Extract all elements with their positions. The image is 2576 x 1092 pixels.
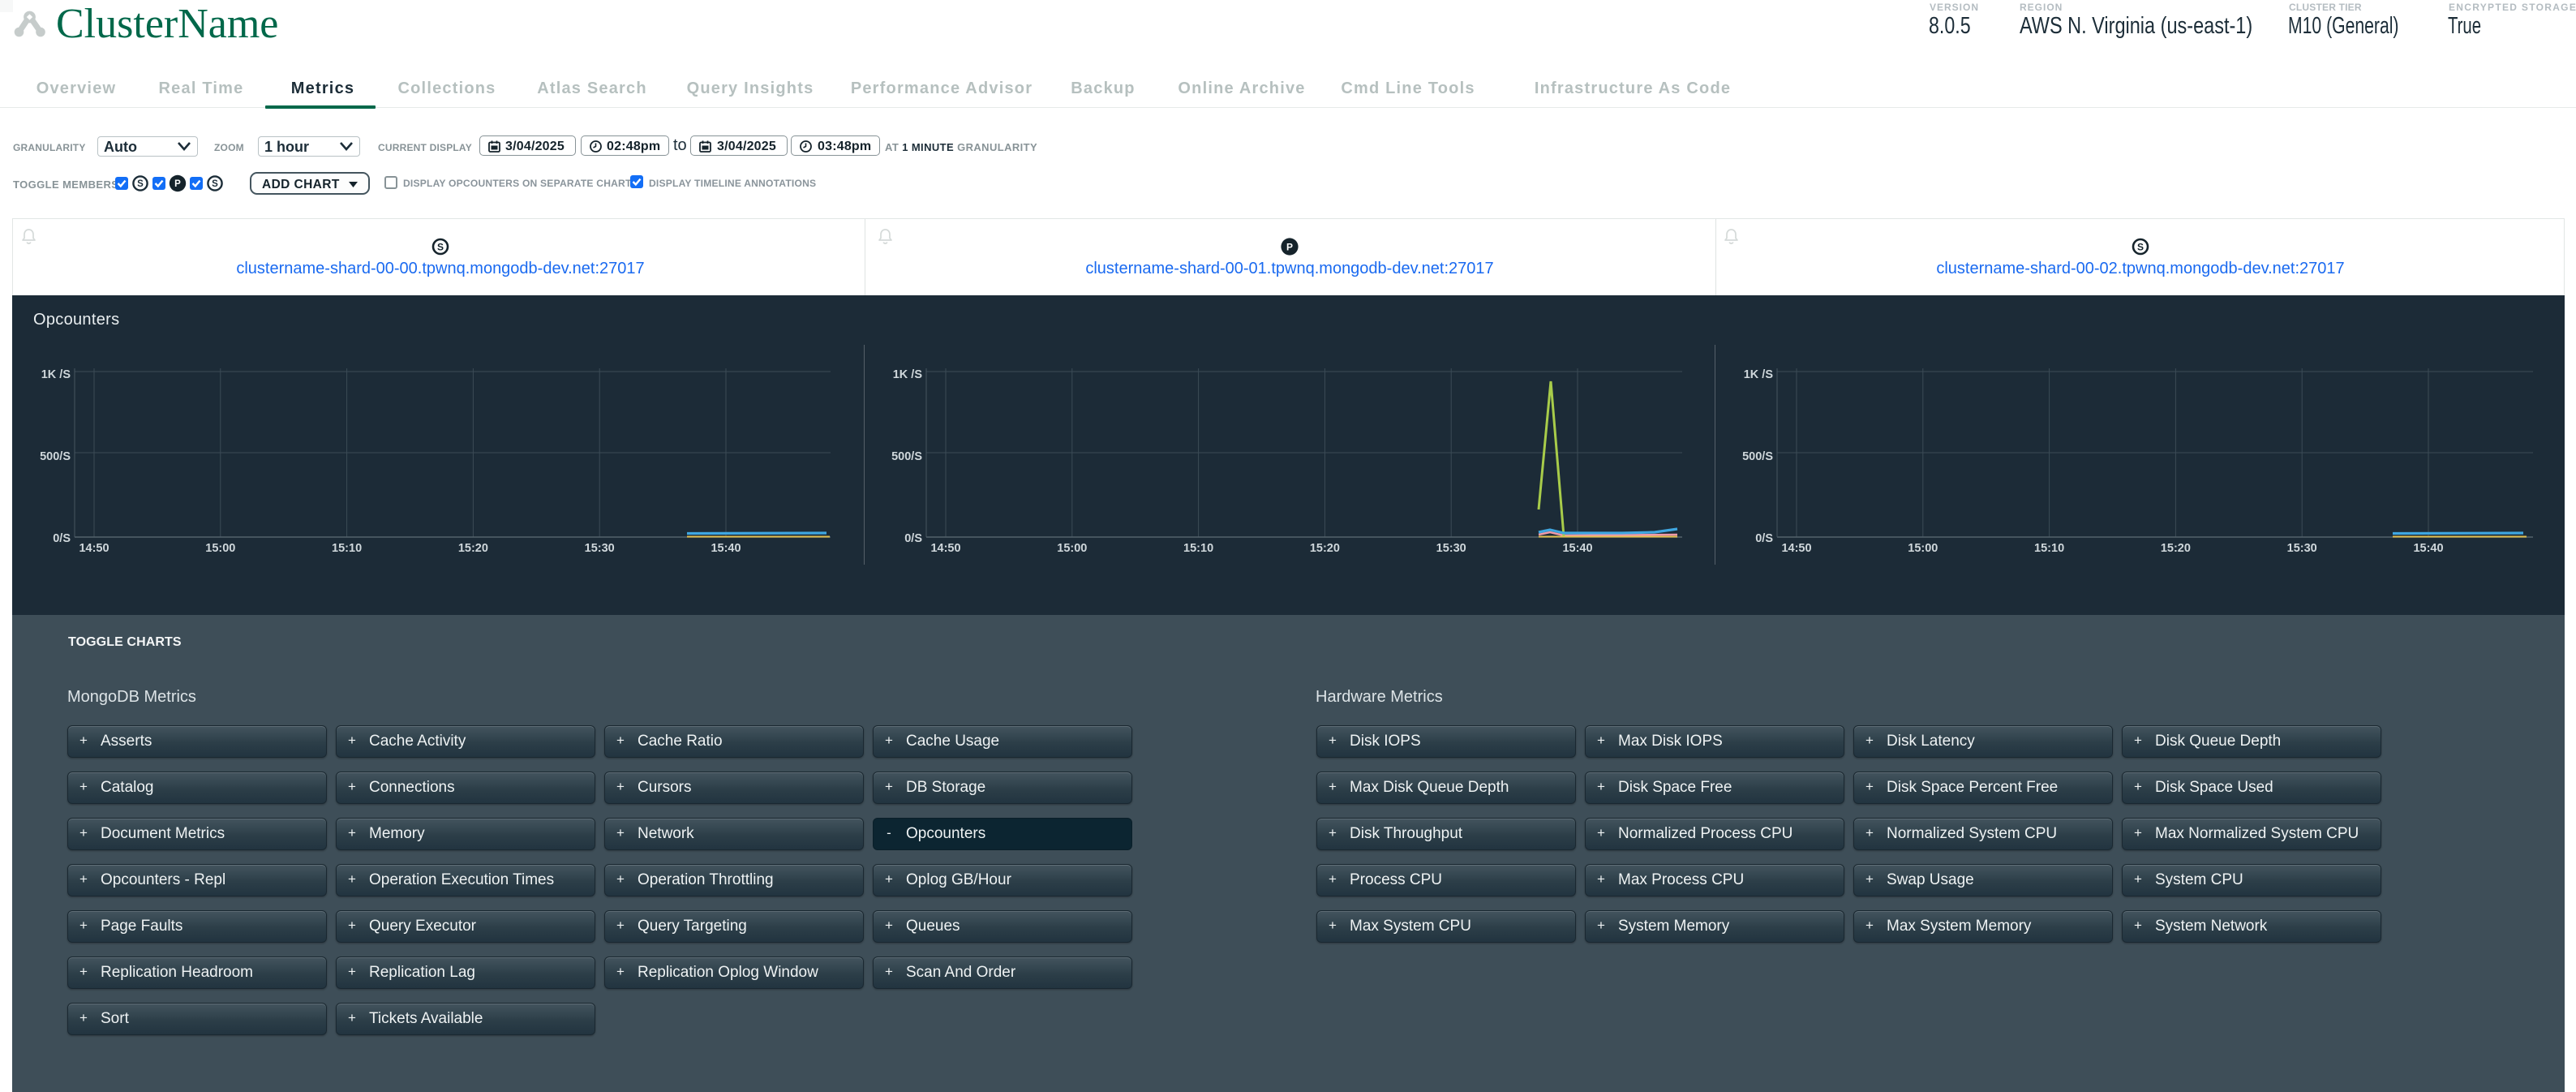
svg-text:S: S xyxy=(212,179,218,189)
svg-text:15:10: 15:10 xyxy=(332,542,362,555)
svg-text:0/S: 0/S xyxy=(53,532,71,545)
svg-text:14:50: 14:50 xyxy=(1781,542,1811,555)
svg-text:500/S: 500/S xyxy=(40,450,71,463)
svg-text:1K /S: 1K /S xyxy=(893,368,923,381)
svg-text:15:20: 15:20 xyxy=(2161,542,2191,555)
svg-text:15:10: 15:10 xyxy=(1183,542,1213,555)
svg-text:P: P xyxy=(174,179,181,189)
svg-text:15:00: 15:00 xyxy=(205,542,235,555)
svg-text:15:30: 15:30 xyxy=(1436,542,1466,555)
svg-text:1K /S: 1K /S xyxy=(1744,368,1774,381)
svg-text:0/S: 0/S xyxy=(1755,532,1773,545)
svg-text:15:10: 15:10 xyxy=(2034,542,2064,555)
svg-text:14:50: 14:50 xyxy=(930,542,960,555)
svg-text:500/S: 500/S xyxy=(1742,450,1773,463)
svg-text:15:40: 15:40 xyxy=(1562,542,1592,555)
svg-text:15:30: 15:30 xyxy=(2287,542,2317,555)
svg-text:0/S: 0/S xyxy=(904,532,922,545)
svg-text:500/S: 500/S xyxy=(891,450,922,463)
svg-text:15:40: 15:40 xyxy=(2413,542,2443,555)
svg-text:P: P xyxy=(1286,241,1293,252)
svg-text:15:00: 15:00 xyxy=(1908,542,1938,555)
svg-text:15:20: 15:20 xyxy=(1310,542,1340,555)
svg-text:S: S xyxy=(137,179,144,189)
svg-text:15:30: 15:30 xyxy=(585,542,615,555)
svg-text:S: S xyxy=(437,241,444,252)
svg-text:15:00: 15:00 xyxy=(1057,542,1087,555)
svg-text:15:40: 15:40 xyxy=(711,542,741,555)
svg-text:15:20: 15:20 xyxy=(458,542,488,555)
svg-text:1K /S: 1K /S xyxy=(41,368,71,381)
svg-text:S: S xyxy=(2137,241,2144,252)
svg-text:14:50: 14:50 xyxy=(79,542,109,555)
